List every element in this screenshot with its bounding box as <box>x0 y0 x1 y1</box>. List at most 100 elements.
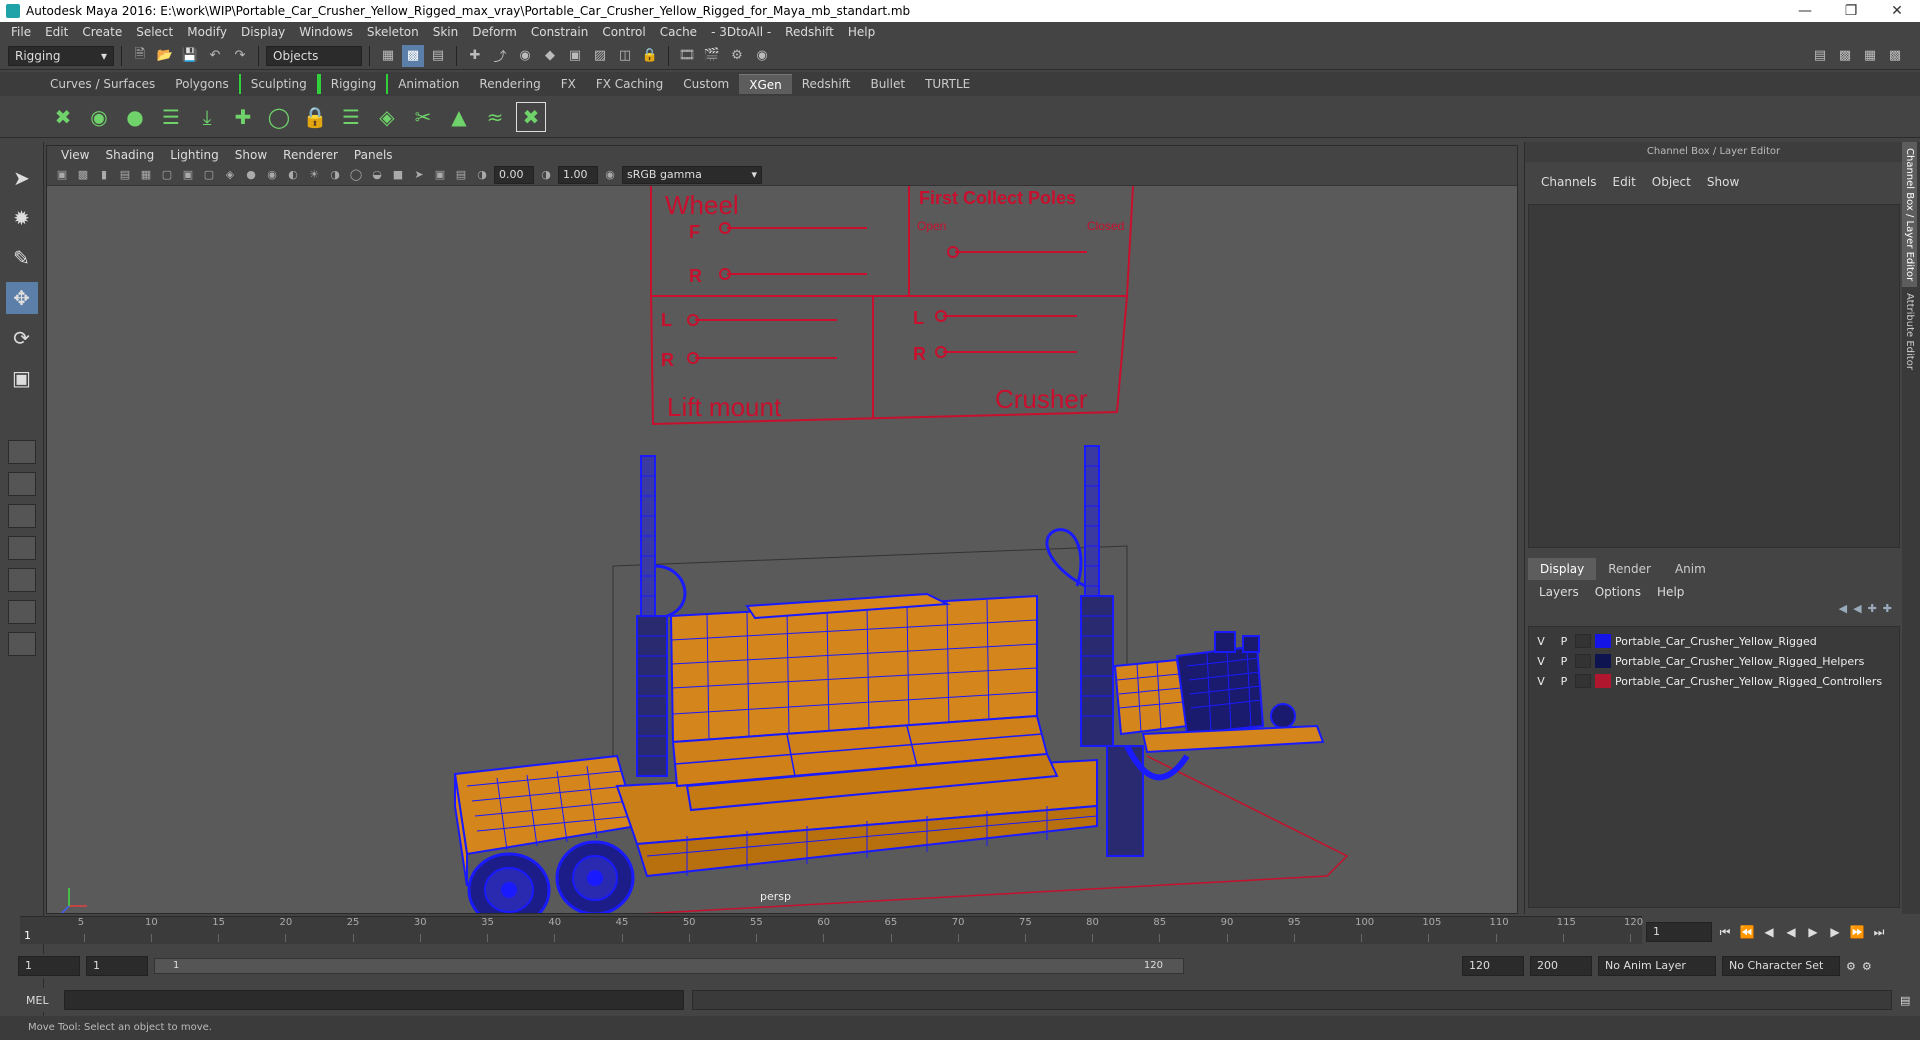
menu-3dtoall[interactable]: - 3DtoAll - <box>704 25 778 39</box>
side-by-side-layout-icon[interactable] <box>7 504 36 528</box>
layer-color-swatch[interactable] <box>1595 634 1611 648</box>
camera-icon[interactable]: ▣ <box>53 166 71 184</box>
playback-end-field[interactable]: 120 <box>1462 956 1524 976</box>
paint-select-tool-icon[interactable]: ✎ <box>6 242 38 274</box>
hypershade-icon[interactable]: ◉ <box>751 45 773 67</box>
exposure-icon[interactable]: ◑ <box>473 166 491 184</box>
menu-deform[interactable]: Deform <box>465 25 524 39</box>
move-layer-down-icon[interactable]: ◀ <box>1853 602 1861 615</box>
wireframe-on-shaded-icon[interactable]: ◉ <box>263 166 281 184</box>
layer-color-swatch[interactable] <box>1595 674 1611 688</box>
menu-modify[interactable]: Modify <box>180 25 234 39</box>
step-back-frame-icon[interactable]: ◀ <box>1760 925 1778 939</box>
lock-icon[interactable]: 🔒 <box>639 45 661 67</box>
step-back-key-icon[interactable]: ⏪ <box>1738 925 1756 939</box>
script-editor-icon[interactable]: ▤ <box>1900 994 1910 1007</box>
textured-icon[interactable]: ◐ <box>284 166 302 184</box>
channel-box-area[interactable] <box>1528 204 1900 548</box>
attribute-editor-toggle-icon[interactable]: ▦ <box>1859 45 1881 67</box>
tab-fx-caching[interactable]: FX Caching <box>586 74 673 94</box>
menu-help[interactable]: Help <box>841 25 882 39</box>
layer-display-type[interactable] <box>1575 674 1591 688</box>
side-tab-attribute-editor[interactable]: Attribute Editor <box>1902 287 1917 376</box>
motion-blur-icon[interactable]: ◒ <box>368 166 386 184</box>
layer-menu-options[interactable]: Options <box>1587 582 1649 602</box>
isolate-select-icon[interactable]: ➤ <box>410 166 428 184</box>
move-tool-icon[interactable]: ✥ <box>5 282 38 314</box>
channel-box-menu-edit[interactable]: Edit <box>1605 175 1644 189</box>
render-settings-icon[interactable]: ⚙ <box>726 45 748 67</box>
new-scene-icon[interactable]: 🗎 <box>129 45 151 67</box>
menu-skin[interactable]: Skin <box>426 25 466 39</box>
snap-surface-icon[interactable]: ▣ <box>564 45 586 67</box>
render-frame-icon[interactable]: 🎞 <box>676 45 698 67</box>
exposure-field[interactable]: 0.00 <box>494 165 534 184</box>
layer-playback-toggle[interactable]: P <box>1553 675 1575 688</box>
snap-grid-icon[interactable]: ✚ <box>464 45 486 67</box>
play-backwards-icon[interactable]: ◀ <box>1782 925 1800 939</box>
layer-menu-layers[interactable]: Layers <box>1531 582 1587 602</box>
lasso-tool-icon[interactable]: ✹ <box>6 202 38 234</box>
xgen-interactive-groom-icon[interactable]: ✖ <box>516 101 546 132</box>
animation-end-field[interactable]: 200 <box>1530 956 1592 976</box>
select-object-icon[interactable]: ▩ <box>402 44 424 67</box>
select-hierarchy-icon[interactable]: ▦ <box>377 45 399 67</box>
gamma-icon[interactable]: ◑ <box>537 166 555 184</box>
ambient-occlusion-icon[interactable]: ◯ <box>347 166 365 184</box>
close-icon[interactable]: ✕ <box>1874 3 1920 19</box>
menu-display[interactable]: Display <box>234 25 292 39</box>
layer-playback-toggle[interactable]: P <box>1553 655 1575 668</box>
minimize-icon[interactable]: — <box>1782 3 1828 19</box>
layer-playback-toggle[interactable]: P <box>1553 635 1575 648</box>
view-transform-dropdown[interactable]: sRGB gamma ▾ <box>622 165 762 184</box>
workspace-icon[interactable]: ▤ <box>1809 45 1831 67</box>
side-tab-channel-box[interactable]: Channel Box / Layer Editor <box>1902 142 1917 288</box>
animation-start-field[interactable]: 1 <box>18 956 80 976</box>
selection-mode-dropdown[interactable]: Objects <box>266 45 362 66</box>
hypershade-layout-icon[interactable] <box>7 600 36 624</box>
resolution-gate-icon[interactable]: ▣ <box>179 166 197 184</box>
menu-set-dropdown[interactable]: Rigging ▾ <box>8 45 114 66</box>
menu-edit[interactable]: Edit <box>38 25 75 39</box>
viewport-menu-lighting[interactable]: Lighting <box>162 148 227 162</box>
image-plane-icon[interactable]: ▤ <box>116 166 134 184</box>
snap-point-icon[interactable]: ◉ <box>514 45 536 67</box>
persp-graph-layout-icon[interactable] <box>7 536 36 560</box>
xgen-editor-icon[interactable]: ✖ <box>48 102 78 132</box>
history-icon[interactable]: ◫ <box>614 45 636 67</box>
go-to-end-icon[interactable]: ⏭ <box>1870 925 1888 940</box>
menu-cache[interactable]: Cache <box>653 25 704 39</box>
layer-menu-help[interactable]: Help <box>1649 582 1692 602</box>
menu-control[interactable]: Control <box>595 25 652 39</box>
time-slider[interactable]: 1 5 10 15 20 25 30 35 40 45 50 55 60 65 70 75 80 85 90 95 1… <box>20 916 1643 944</box>
tab-redshift[interactable]: Redshift <box>792 74 861 94</box>
auto-key-icon[interactable]: ⚙ <box>1846 960 1856 973</box>
channel-box-menu-channels[interactable]: Channels <box>1533 175 1605 189</box>
tab-custom[interactable]: Custom <box>673 74 739 94</box>
xgen-smooth-icon[interactable]: ≈ <box>480 102 510 132</box>
persp-outliner-layout-icon[interactable] <box>7 568 36 592</box>
menu-select[interactable]: Select <box>129 25 180 39</box>
xgen-preview-icon[interactable]: ◉ <box>84 102 114 132</box>
tab-rigging[interactable]: Rigging <box>318 74 389 94</box>
play-forwards-icon[interactable]: ▶ <box>1804 925 1822 939</box>
restore-icon[interactable]: ❐ <box>1828 3 1874 19</box>
menu-constrain[interactable]: Constrain <box>524 25 596 39</box>
xgen-layers-icon[interactable]: ◈ <box>372 102 402 132</box>
preferences-icon[interactable]: ⚙ <box>1862 960 1872 973</box>
wireframe-icon[interactable]: ◈ <box>221 166 239 184</box>
move-layer-up-icon[interactable]: ◀ <box>1839 602 1847 615</box>
tab-bullet[interactable]: Bullet <box>860 74 915 94</box>
save-scene-icon[interactable]: 💾 <box>179 45 201 67</box>
undo-icon[interactable]: ↶ <box>204 45 226 67</box>
tab-sculpting[interactable]: Sculpting <box>238 74 319 94</box>
layer-display-type[interactable] <box>1575 654 1591 668</box>
lights-icon[interactable]: ☀ <box>305 166 323 184</box>
tab-rendering[interactable]: Rendering <box>469 74 550 94</box>
playback-start-field[interactable]: 1 <box>86 956 148 976</box>
channel-box-menu-object[interactable]: Object <box>1644 175 1699 189</box>
layer-row[interactable]: V P Portable_Car_Crusher_Yellow_Rigged_H… <box>1529 651 1899 671</box>
layer-row[interactable]: V P Portable_Car_Crusher_Yellow_Rigged_C… <box>1529 671 1899 691</box>
viewport-menu-shading[interactable]: Shading <box>97 148 162 162</box>
redo-icon[interactable]: ↷ <box>229 45 251 67</box>
